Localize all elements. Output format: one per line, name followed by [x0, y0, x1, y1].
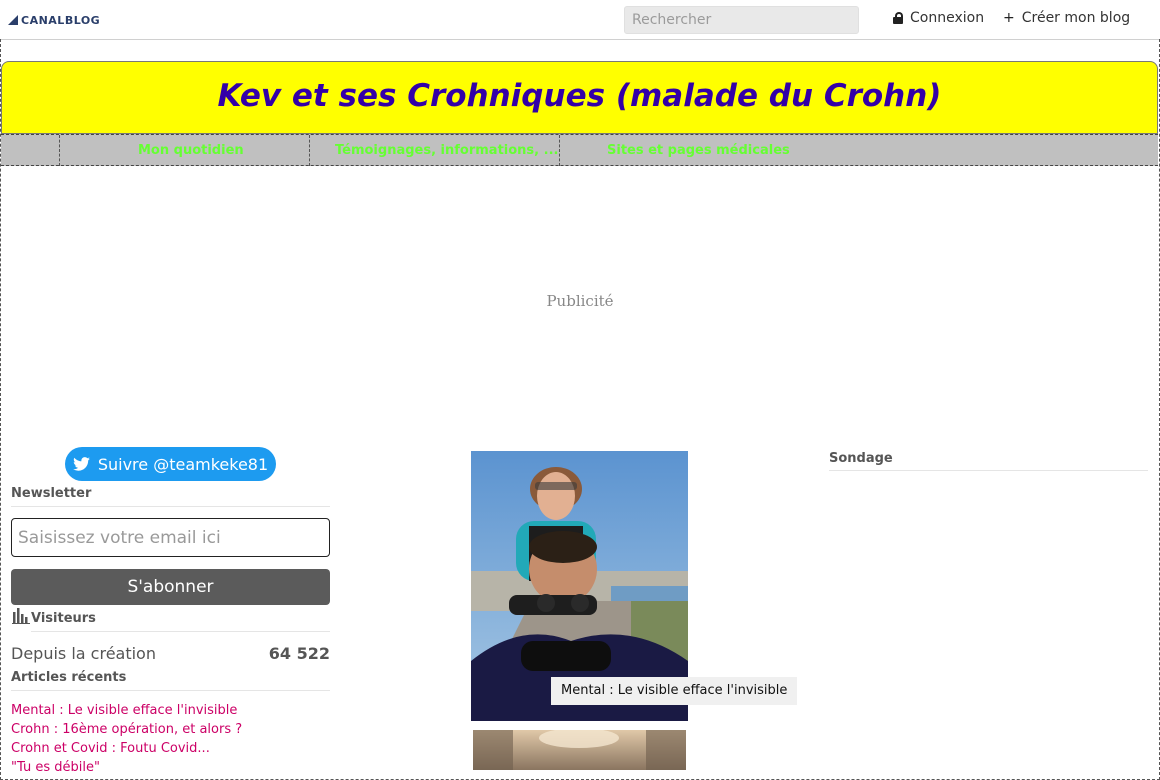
photo-caption[interactable]: Mental : Le visible efface l'invisible: [551, 677, 798, 705]
canalblog-logo[interactable]: CANALBLOG: [8, 10, 100, 30]
top-bar: CANALBLOG Connexion + Créer mon blog: [0, 0, 1160, 40]
lock-icon: [893, 12, 903, 24]
login-label: Connexion: [910, 10, 985, 26]
create-blog-label: Créer mon blog: [1021, 10, 1131, 26]
main-nav: Mon quotidien Témoignages, informations,…: [1, 134, 1158, 166]
logo-text: CANALBLOG: [21, 13, 101, 27]
nav-divider: [559, 135, 560, 166]
nav-item-sites-medicaux[interactable]: Sites et pages médicales: [607, 143, 790, 158]
paper-plane-icon: [8, 15, 18, 25]
twitter-bird-icon: [72, 457, 90, 471]
recent-articles-list: Mental : Le visible efface l'invisible C…: [11, 701, 242, 777]
twitter-follow-button[interactable]: Suivre @teamkeke81: [65, 447, 276, 481]
plus-icon: +: [1003, 10, 1015, 26]
ad-label: Publicité: [546, 292, 614, 310]
twitter-follow-label: Suivre @teamkeke81: [97, 454, 269, 474]
visitors-heading: Visiteurs: [31, 611, 330, 632]
nav-item-mon-quotidien[interactable]: Mon quotidien: [138, 143, 244, 158]
nav-divider: [59, 135, 60, 166]
create-blog-link[interactable]: + Créer mon blog: [1003, 10, 1130, 26]
recent-article-link[interactable]: Crohn et Covid : Foutu Covid...: [11, 739, 242, 758]
blog-title[interactable]: Kev et ses Crohniques (malade du Crohn): [2, 78, 1157, 114]
recent-article-link[interactable]: Mental : Le visible efface l'invisible: [11, 701, 242, 720]
recent-articles-heading: Articles récents: [11, 670, 330, 691]
nav-item-temoignages[interactable]: Témoignages, informations, ...: [335, 143, 558, 158]
article-photo[interactable]: [473, 730, 686, 770]
bar-chart-icon: [12, 608, 30, 624]
newsletter-heading: Newsletter: [11, 486, 330, 507]
visitors-count: 64 522: [268, 644, 330, 663]
blog-header: Kev et ses Crohniques (malade du Crohn): [1, 61, 1158, 134]
nav-divider: [309, 135, 310, 166]
recent-article-link[interactable]: Crohn : 16ème opération, et alors ?: [11, 720, 242, 739]
login-link[interactable]: Connexion: [893, 10, 984, 26]
poll-heading: Sondage: [829, 451, 1148, 471]
subscribe-button[interactable]: S'abonner: [11, 569, 330, 605]
newsletter-email-field[interactable]: [11, 518, 330, 557]
visitors-since-label: Depuis la création: [11, 644, 156, 663]
search-input[interactable]: [624, 6, 859, 34]
